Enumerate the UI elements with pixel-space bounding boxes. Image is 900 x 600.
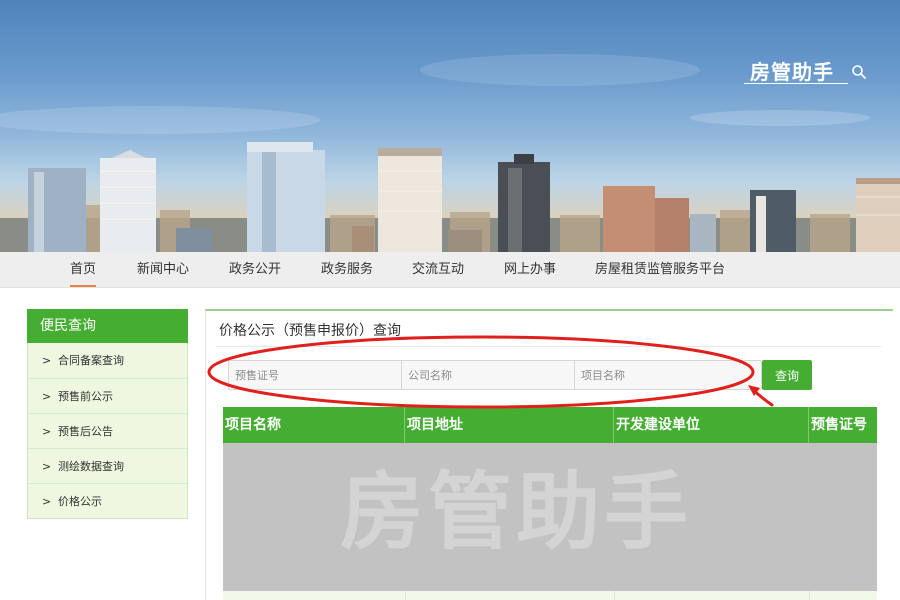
banner: 房管助手 xyxy=(0,0,900,252)
sidebar-item-survey-data[interactable]: > 测绘数据查询 xyxy=(28,448,187,483)
sidebar-item-presale-before[interactable]: > 预售前公示 xyxy=(28,378,187,413)
redacted-overlay: 房管助手 xyxy=(223,443,877,591)
nav-item-rental-platform[interactable]: 房屋租赁监管服务平台 xyxy=(595,252,725,288)
column-header-presale-number[interactable]: 预售证号 xyxy=(809,407,877,443)
chevron-right-icon: > xyxy=(42,495,52,508)
title-divider xyxy=(216,346,881,347)
chevron-right-icon: > xyxy=(42,390,52,403)
column-header-project-address[interactable]: 项目地址 xyxy=(405,407,614,443)
sidebar-item-contract-filing[interactable]: > 合同备案查询 xyxy=(28,343,187,378)
company-name-input[interactable] xyxy=(401,360,589,390)
sidebar-item-presale-after[interactable]: > 预售后公告 xyxy=(28,413,187,448)
sidebar-title: 便民查询 xyxy=(27,309,188,343)
nav-item-online[interactable]: 网上办事 xyxy=(504,252,556,288)
nav-item-news[interactable]: 新闻中心 xyxy=(137,252,189,288)
nav-item-interaction[interactable]: 交流互动 xyxy=(412,252,464,288)
watermark-text: 房管助手 xyxy=(340,463,693,561)
chevron-right-icon: > xyxy=(42,460,52,473)
nav-item-gov-service[interactable]: 政务服务 xyxy=(321,252,373,288)
sidebar-item-label: 测绘数据查询 xyxy=(58,460,124,473)
sidebar-item-label: 预售前公示 xyxy=(58,390,113,403)
project-name-input[interactable] xyxy=(574,360,762,390)
brand-logo[interactable]: 房管助手 xyxy=(744,56,848,84)
sidebar-item-label: 价格公示 xyxy=(58,495,102,508)
nav-item-home[interactable]: 首页 xyxy=(70,252,97,288)
page-title: 价格公示（预售申报价）查询 xyxy=(219,323,401,339)
nav-item-gov-open[interactable]: 政务公开 xyxy=(229,252,281,288)
brand-title: 房管助手 xyxy=(750,60,834,84)
chevron-right-icon: > xyxy=(42,354,52,367)
column-divider xyxy=(614,591,615,600)
city-skyline-image xyxy=(0,54,900,252)
main-panel: 价格公示（预售申报价）查询 查询 项目名称 项目地址 开发建设单位 预售证号 房… xyxy=(205,309,893,600)
chevron-right-icon: > xyxy=(42,425,52,438)
main-nav: 首页 新闻中心 政务公开 政务服务 交流互动 网上办事 房屋租赁监管服务平台 xyxy=(0,252,900,288)
column-header-project-name[interactable]: 项目名称 xyxy=(223,407,405,443)
search-icon[interactable] xyxy=(851,64,867,80)
table-header: 项目名称 项目地址 开发建设单位 预售证号 xyxy=(223,407,877,443)
sidebar-item-label: 合同备案查询 xyxy=(58,354,124,367)
results-table: 项目名称 项目地址 开发建设单位 预售证号 房管助手 xyxy=(223,407,877,600)
query-button[interactable]: 查询 xyxy=(762,360,812,390)
column-divider xyxy=(809,591,810,600)
sidebar-item-label: 预售后公告 xyxy=(58,425,113,438)
table-body: 房管助手 xyxy=(223,443,877,600)
sidebar-item-price-notice[interactable]: > 价格公示 xyxy=(28,483,187,518)
sidebar: 便民查询 > 合同备案查询 > 预售前公示 > 预售后公告 > 测绘数据查询 > 价格公示 xyxy=(27,309,188,519)
sidebar-list: > 合同备案查询 > 预售前公示 > 预售后公告 > 测绘数据查询 > 价格公示 xyxy=(27,343,188,519)
column-divider xyxy=(405,591,406,600)
column-header-developer[interactable]: 开发建设单位 xyxy=(614,407,809,443)
presale-number-input[interactable] xyxy=(228,360,416,390)
